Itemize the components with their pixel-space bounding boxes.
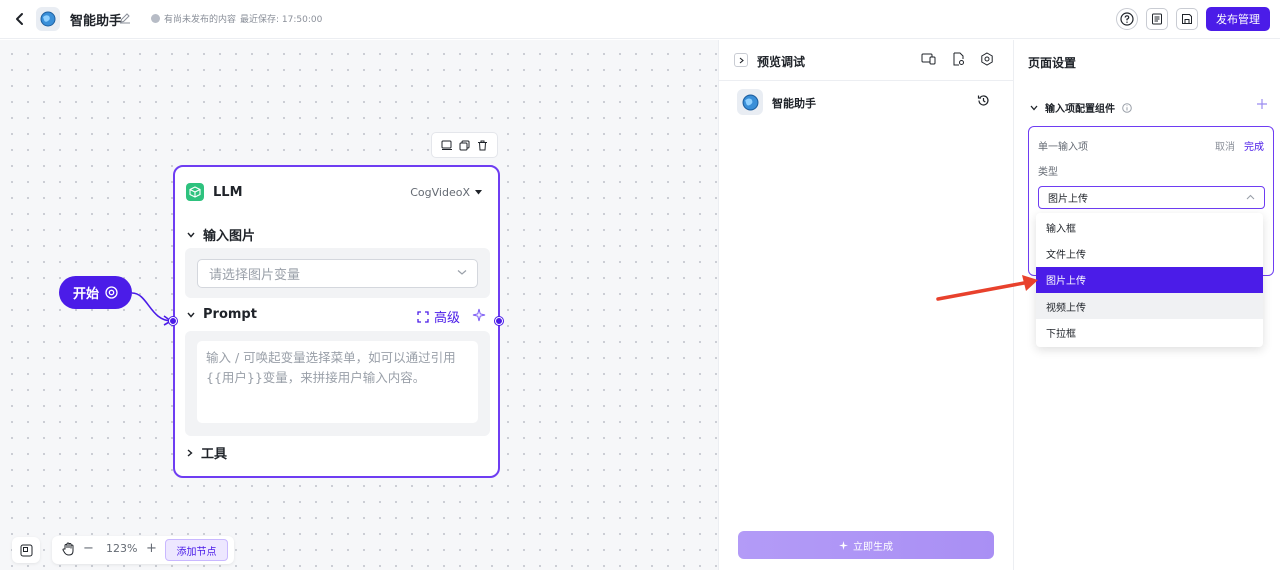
sparkle-icon xyxy=(839,540,848,550)
list-doc-icon xyxy=(1152,13,1162,25)
type-dropdown-menu: 输入框 文件上传 图片上传 视频上传 下拉框 xyxy=(1036,213,1263,347)
preview-app-name: 智能助手 xyxy=(772,97,816,110)
generate-button[interactable]: 立即生成 xyxy=(738,531,994,559)
dropdown-option-file-upload[interactable]: 文件上传 xyxy=(1036,240,1263,266)
advanced-button[interactable]: 高级 xyxy=(417,307,460,326)
llm-output-port[interactable] xyxy=(495,317,503,325)
globe-logo-icon xyxy=(40,11,56,27)
preview-title: 预览调试 xyxy=(757,55,806,69)
chevron-down-icon xyxy=(457,270,467,275)
top-bar: 智能助手 有尚未发布的内容 最近保存: 17:50:00 发布管理 xyxy=(0,0,1280,39)
chevron-right-icon xyxy=(739,57,744,63)
minimap-icon xyxy=(20,544,32,556)
hand-tool-icon[interactable] xyxy=(62,542,75,556)
zoom-toolbar: − 123% + 添加节点 xyxy=(52,536,234,564)
debug-node-icon[interactable] xyxy=(441,140,453,151)
zoom-level: 123% xyxy=(106,542,138,555)
settings-title: 页面设置 xyxy=(1028,56,1077,70)
chevron-down-icon xyxy=(187,232,195,238)
image-select-placeholder: 请选择图片变量 xyxy=(209,268,301,283)
node-toolbar xyxy=(431,132,498,158)
settings-gear-icon[interactable] xyxy=(980,52,994,66)
type-select-value: 图片上传 xyxy=(1048,194,1088,205)
model-select[interactable]: CogVideoX xyxy=(410,186,482,199)
advanced-label: 高级 xyxy=(434,311,461,326)
llm-input-port[interactable] xyxy=(169,317,177,325)
preview-header: 预览调试 xyxy=(719,40,1014,81)
caret-down-icon xyxy=(475,190,482,195)
target-icon xyxy=(105,286,118,299)
back-button[interactable] xyxy=(10,9,30,29)
llm-cube-icon xyxy=(186,183,204,201)
dropdown-option-video-upload[interactable]: 视频上传 xyxy=(1036,292,1263,320)
prompt-input[interactable]: 输入 / 可唤起变量选择菜单，如可以通过引用{{用户}}变量，来拼接用户输入内容… xyxy=(197,341,478,423)
help-button[interactable] xyxy=(1116,8,1138,30)
edit-icon[interactable] xyxy=(119,12,131,27)
add-input-icon[interactable] xyxy=(1256,98,1268,110)
dropdown-option-input-box[interactable]: 输入框 xyxy=(1036,214,1263,240)
copy-node-icon[interactable] xyxy=(459,140,470,151)
delete-node-icon[interactable] xyxy=(477,140,488,151)
type-label: 类型 xyxy=(1038,167,1058,178)
history-icon[interactable] xyxy=(977,94,990,107)
dropdown-option-image-upload[interactable]: 图片上传 xyxy=(1036,266,1263,293)
image-section-toggle[interactable]: 输入图片 xyxy=(187,225,255,244)
done-button[interactable]: 完成 xyxy=(1244,138,1264,153)
minimap-button[interactable] xyxy=(12,537,40,563)
llm-node[interactable]: LLM CogVideoX 输入图片 请选择图片变量 Prompt 高级 输入 … xyxy=(173,165,500,478)
generate-label: 立即生成 xyxy=(853,541,893,553)
type-select[interactable]: 图片上传 xyxy=(1038,186,1265,209)
last-saved-text: 最近保存: 17:50:00 xyxy=(240,15,323,25)
dropdown-option-select[interactable]: 下拉框 xyxy=(1036,319,1263,345)
publish-manage-button[interactable]: 发布管理 xyxy=(1206,7,1270,31)
start-node-label: 开始 xyxy=(73,287,100,302)
chevron-left-icon xyxy=(16,13,23,25)
doc-settings-icon[interactable] xyxy=(952,52,965,66)
help-icon xyxy=(1120,12,1134,26)
image-section-body: 请选择图片变量 xyxy=(185,248,490,298)
tools-section-toggle[interactable]: 工具 xyxy=(187,443,227,462)
prompt-section-body: 输入 / 可唤起变量选择菜单，如可以通过引用{{用户}}变量，来拼接用户输入内容… xyxy=(185,331,490,436)
preview-app-avatar xyxy=(737,89,763,115)
log-button[interactable] xyxy=(1146,8,1168,30)
info-icon[interactable] xyxy=(1122,102,1132,113)
input-config-section-toggle[interactable]: 输入项配置组件 xyxy=(1030,100,1132,115)
prompt-section-title: Prompt xyxy=(203,307,257,322)
zoom-out-button[interactable]: − xyxy=(83,541,94,556)
workflow-canvas[interactable]: 开始 LLM CogVideoX 输入图片 请选择图片变量 Prompt 高级 … xyxy=(0,40,718,570)
start-node[interactable]: 开始 xyxy=(59,276,132,309)
cancel-button[interactable]: 取消 xyxy=(1215,138,1235,153)
image-variable-select[interactable]: 请选择图片变量 xyxy=(197,259,478,288)
chevron-up-icon xyxy=(1246,194,1255,200)
device-preview-icon[interactable] xyxy=(921,52,936,65)
publish-status-text: 有尚未发布的内容 xyxy=(164,15,237,25)
chevron-down-icon xyxy=(187,312,195,318)
llm-node-title: LLM xyxy=(213,185,243,200)
save-icon xyxy=(1182,14,1192,24)
save-button[interactable] xyxy=(1176,8,1198,30)
input-item-label: 单一输入项 xyxy=(1038,142,1088,153)
chevron-down-icon xyxy=(1030,105,1038,110)
globe-logo-icon xyxy=(742,94,758,110)
zoom-in-button[interactable]: + xyxy=(146,541,157,556)
prompt-section-toggle[interactable]: Prompt xyxy=(187,307,257,322)
status-dot xyxy=(151,14,160,23)
model-name: CogVideoX xyxy=(410,186,470,199)
image-section-title: 输入图片 xyxy=(203,229,256,244)
preview-panel: 预览调试 智能助手 立即生成 xyxy=(718,40,1014,570)
app-title: 智能助手 xyxy=(70,14,123,29)
magic-wand-icon[interactable] xyxy=(472,308,486,325)
input-config-title: 输入项配置组件 xyxy=(1045,104,1115,115)
expand-icon xyxy=(417,310,429,323)
expand-panel-button[interactable] xyxy=(734,53,748,67)
add-node-button[interactable]: 添加节点 xyxy=(165,539,228,561)
app-avatar[interactable] xyxy=(36,7,60,31)
tools-section-title: 工具 xyxy=(201,447,228,462)
chevron-right-icon xyxy=(187,448,193,457)
